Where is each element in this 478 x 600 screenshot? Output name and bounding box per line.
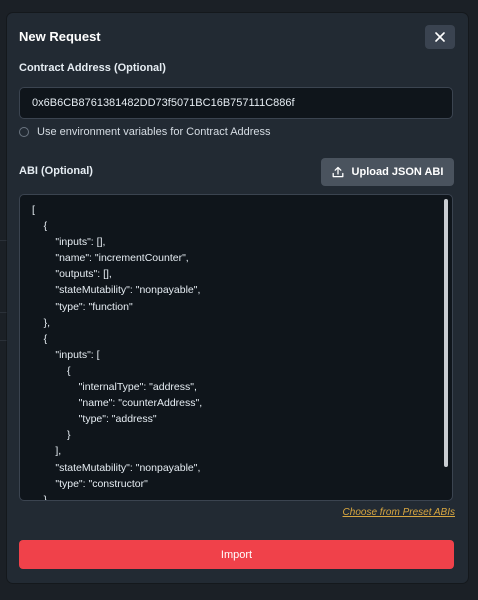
close-button[interactable]	[425, 25, 455, 49]
abi-editor[interactable]: [ { "inputs": [], "name": "incrementCoun…	[19, 194, 453, 501]
contract-address-input[interactable]	[19, 87, 453, 119]
env-variables-toggle[interactable]: Use environment variables for Contract A…	[19, 125, 271, 139]
upload-json-abi-label: Upload JSON ABI	[351, 166, 444, 178]
dialog-title: New Request	[19, 29, 101, 44]
abi-label: ABI (Optional)	[19, 165, 93, 177]
abi-editor-scrollbar[interactable]	[444, 199, 448, 467]
upload-icon	[332, 166, 343, 178]
close-icon	[435, 32, 445, 42]
abi-editor-content[interactable]: [ { "inputs": [], "name": "incrementCoun…	[20, 195, 452, 500]
upload-json-abi-button[interactable]: Upload JSON ABI	[321, 158, 454, 186]
preset-abis-link[interactable]: Choose from Preset ABIs	[343, 507, 455, 518]
import-button[interactable]: Import	[19, 540, 454, 569]
env-variables-label: Use environment variables for Contract A…	[37, 126, 271, 138]
env-variables-radio[interactable]	[19, 127, 29, 137]
new-request-dialog: New Request Contract Address (Optional) …	[7, 13, 468, 583]
contract-address-label: Contract Address (Optional)	[19, 62, 166, 74]
